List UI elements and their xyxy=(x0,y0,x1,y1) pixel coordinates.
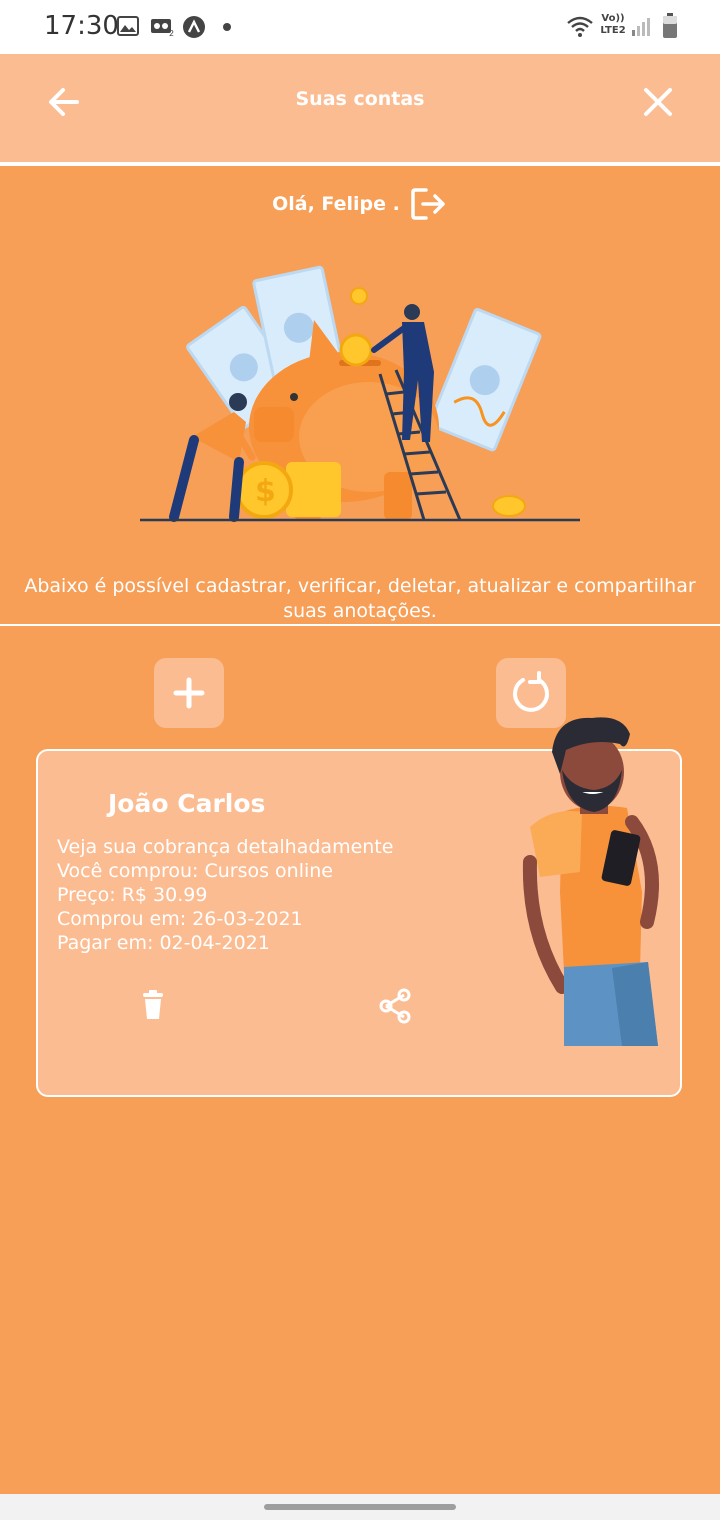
page-title: Suas contas xyxy=(295,88,425,110)
trash-icon[interactable] xyxy=(140,989,166,1021)
wifi-icon xyxy=(567,16,593,37)
card-line-due-date: Pagar em: 02-04-2021 xyxy=(57,932,270,954)
greeting-row: Olá, Felipe . xyxy=(0,186,720,222)
network-label: Vo)) LTE2 xyxy=(598,13,628,37)
app-header: Suas contas xyxy=(0,54,720,162)
voicemail-icon: 2 xyxy=(151,19,174,36)
greeting-text: Olá, Felipe . xyxy=(272,193,400,215)
signal-icon xyxy=(632,18,650,36)
battery-icon xyxy=(663,13,677,38)
status-bar: 17:30 2 Vo)) LTE2 xyxy=(0,0,720,54)
add-button[interactable] xyxy=(154,658,224,728)
close-icon[interactable] xyxy=(638,82,678,122)
dot-icon xyxy=(223,23,231,31)
card-details: Veja sua cobrança detalhadamente Você co… xyxy=(57,835,393,955)
header-divider xyxy=(0,162,720,166)
a-badge-icon xyxy=(183,16,205,38)
card-line-description: Veja sua cobrança detalhadamente xyxy=(57,836,394,858)
person-with-phone-illustration xyxy=(522,717,659,1046)
card-line-price: Preço: R$ 30.99 xyxy=(57,884,208,906)
plus-icon xyxy=(173,677,205,709)
refresh-icon xyxy=(513,671,549,712)
svg-text:$: $ xyxy=(255,474,276,509)
info-text: Abaixo é possível cadastrar, verificar, … xyxy=(24,575,696,622)
section-divider xyxy=(0,624,720,626)
network-label-bottom: LTE2 xyxy=(600,25,626,36)
image-icon xyxy=(117,16,139,36)
piggy-bank-illustration: $ xyxy=(140,265,580,522)
status-time: 17:30 xyxy=(44,11,119,41)
card-line-purchase: Você comprou: Cursos online xyxy=(57,860,334,882)
card-line-purchase-date: Comprou em: 26-03-2021 xyxy=(57,908,303,930)
svg-text:2: 2 xyxy=(169,29,174,36)
card-name: João Carlos xyxy=(108,789,266,818)
share-icon[interactable] xyxy=(376,987,414,1025)
logout-icon[interactable] xyxy=(410,187,448,221)
system-nav-bar xyxy=(0,1494,720,1520)
gesture-handle[interactable] xyxy=(264,1504,456,1510)
network-label-top: Vo)) xyxy=(601,13,625,24)
